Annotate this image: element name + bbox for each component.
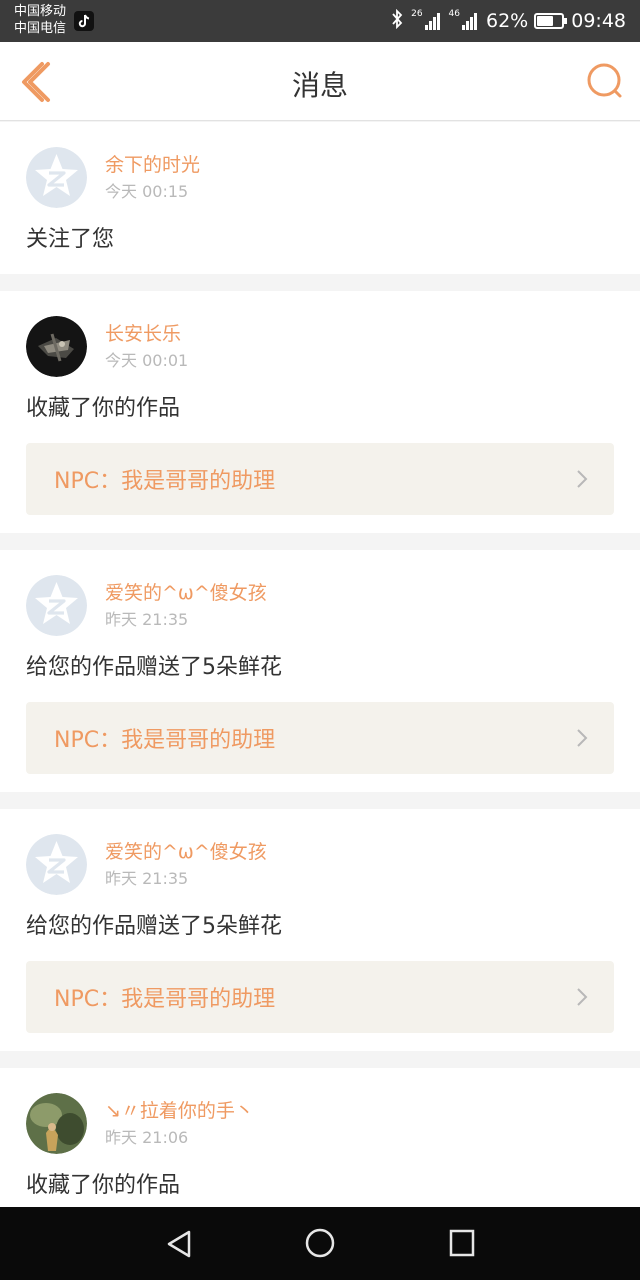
user-row: 爱笑的^ω^傻女孩 昨天 21:35 (26, 833, 614, 895)
battery-percent: 62% (486, 10, 529, 32)
default-avatar-icon (26, 146, 87, 208)
clock: 09:48 (571, 10, 626, 32)
user-row: 爱笑的^ω^傻女孩 昨天 21:35 (26, 574, 614, 636)
attachment-title: NPC：我是哥哥的助理 (54, 987, 276, 1012)
chevron-right-icon (577, 729, 588, 747)
username[interactable]: 爱笑的^ω^傻女孩 (105, 580, 267, 606)
avatar[interactable] (26, 146, 87, 208)
avatar[interactable] (26, 574, 87, 636)
search-button[interactable] (586, 62, 624, 100)
photo-avatar-dark (26, 315, 87, 377)
tiktok-notification-icon (74, 11, 94, 31)
home-circle-icon[interactable] (305, 1228, 335, 1258)
work-attachment-link[interactable]: NPC：我是哥哥的助理 (26, 443, 614, 515)
back-triangle-icon[interactable] (165, 1229, 193, 1259)
timestamp: 今天 00:01 (105, 350, 189, 370)
work-attachment-link[interactable]: NPC：我是哥哥的助理 (26, 702, 614, 774)
user-row: 长安长乐 今天 00:01 (26, 315, 614, 377)
page-title: 消息 (291, 69, 348, 102)
chevron-right-icon (577, 470, 588, 488)
message-text: 给您的作品赠送了5朵鲜花 (26, 914, 282, 939)
message-card[interactable]: ↘〃拉着你的手丶 昨天 21:06 收藏了你的作品 (0, 1068, 640, 1207)
username[interactable]: 长安长乐 (105, 321, 188, 347)
message-text: 收藏了你的作品 (26, 1173, 181, 1198)
work-attachment-link[interactable]: NPC：我是哥哥的助理 (26, 961, 614, 1033)
message-card[interactable]: 爱笑的^ω^傻女孩 昨天 21:35 给您的作品赠送了5朵鲜花 NPC：我是哥哥… (0, 809, 640, 1051)
signal-icon-1 (424, 12, 441, 30)
bluetooth-icon (391, 8, 403, 34)
avatar[interactable] (26, 1092, 87, 1154)
avatar[interactable] (26, 315, 87, 377)
status-bar: 中国移动 中国电信 26 46 62% 09:48 (0, 0, 640, 42)
status-icons: 26 46 62% 09:48 (391, 8, 626, 34)
timestamp: 昨天 21:35 (105, 868, 189, 888)
username[interactable]: ↘〃拉着你的手丶 (105, 1098, 254, 1124)
message-text: 给您的作品赠送了5朵鲜花 (26, 655, 282, 680)
battery-fill (537, 16, 554, 26)
recent-apps-icon[interactable] (449, 1229, 475, 1257)
search-icon (587, 63, 622, 98)
photo-avatar-nature (26, 1092, 87, 1154)
carrier-labels: 中国移动 中国电信 (14, 3, 66, 37)
user-row: ↘〃拉着你的手丶 昨天 21:06 (26, 1092, 614, 1154)
message-list[interactable]: 余下的时光 今天 00:15 关注了您 长安长乐 今天 00:01 收藏了你的作… (0, 122, 640, 1207)
timestamp: 今天 00:15 (105, 181, 189, 201)
battery-icon (534, 13, 568, 29)
timestamp: 昨天 21:06 (105, 1127, 189, 1147)
header-bar: 消息 (0, 42, 640, 121)
message-card[interactable]: 余下的时光 今天 00:15 关注了您 (0, 122, 640, 274)
message-card[interactable]: 长安长乐 今天 00:01 收藏了你的作品 NPC：我是哥哥的助理 (0, 291, 640, 533)
signal-icon-2 (462, 12, 478, 30)
carrier-1: 中国移动 (14, 4, 67, 19)
message-text: 关注了您 (26, 227, 115, 252)
timestamp: 昨天 21:35 (105, 609, 189, 629)
attachment-title: NPC：我是哥哥的助理 (54, 469, 276, 494)
attachment-title: NPC：我是哥哥的助理 (54, 728, 276, 753)
system-navigation-bar (0, 1207, 640, 1280)
message-text: 收藏了你的作品 (26, 396, 181, 421)
network-type-2: 46 (448, 8, 460, 19)
user-row: 余下的时光 今天 00:15 (26, 146, 614, 208)
default-avatar-icon (26, 833, 87, 895)
username[interactable]: 余下的时光 (105, 152, 200, 178)
carrier-2: 中国电信 (14, 21, 67, 36)
default-avatar-icon (26, 574, 87, 636)
username[interactable]: 爱笑的^ω^傻女孩 (105, 839, 267, 865)
network-type-1: 26 (411, 8, 423, 19)
message-card[interactable]: 爱笑的^ω^傻女孩 昨天 21:35 给您的作品赠送了5朵鲜花 NPC：我是哥哥… (0, 550, 640, 792)
chevron-right-icon (577, 988, 588, 1006)
avatar[interactable] (26, 833, 87, 895)
